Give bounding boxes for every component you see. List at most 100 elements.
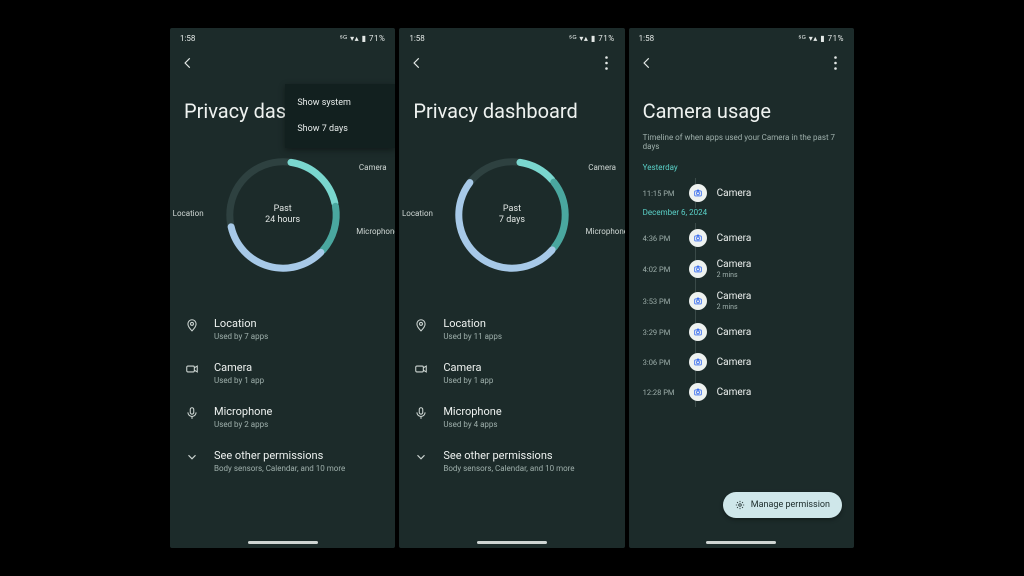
chevron-icon [184,449,200,465]
donut-center-l2: 7 days [499,215,525,226]
usage-donut: Past 7 days Camera Microphone Location [442,145,582,285]
menu-show-7-days[interactable]: Show 7 days [285,116,395,142]
permission-subtitle: Body sensors, Calendar, and 10 more [443,464,574,473]
donut-label-microphone: Microphone [586,227,625,236]
camera-icon [689,383,707,401]
donut-label-camera: Camera [588,163,616,172]
gesture-bar [706,541,776,544]
status-bar: 1:58 ⁵ᴳ ▾▴ ▮ 71% [399,28,624,47]
chevron-icon [413,449,429,465]
donut-label-microphone: Microphone [356,227,395,236]
permission-location[interactable]: LocationUsed by 7 apps [184,307,381,351]
screen-camera-usage: 1:58 ⁵ᴳ ▾▴ ▮ 71% Camera usage Timeline o… [629,28,854,548]
permission-camera[interactable]: Camera Used by 1 app [184,351,381,395]
timeline-row[interactable]: 3:06 PM Camera [643,347,840,377]
timeline-subtitle: 2 mins [717,271,752,279]
timeline-time: 11:15 PM [643,189,679,198]
donut-label-location: Location [402,209,433,218]
overflow-menu: Show system Show 7 days [285,84,395,148]
permission-title: Microphone [443,405,501,418]
donut-center-l1: Past [503,204,521,215]
manage-permission-button[interactable]: Manage permission [723,492,842,518]
back-button[interactable] [639,55,655,71]
donut-label-camera: Camera [359,163,387,172]
permission-title: Location [443,317,502,330]
timeline-time: 12:28 PM [643,388,679,397]
back-button[interactable] [409,55,425,71]
timeline-row[interactable]: 11:15 PM Camera [643,178,840,208]
location-icon [413,317,429,333]
permission-subtitle: Used by 1 app [214,376,264,385]
timeline-time: 4:36 PM [643,234,679,243]
fab-label: Manage permission [751,500,830,510]
gesture-bar [248,541,318,544]
permission-chevron[interactable]: See other permissions Body sensors, Calen… [184,439,381,483]
gesture-bar [477,541,547,544]
permission-location[interactable]: Location Used by 11 apps [413,307,610,351]
timeline-row[interactable]: 12:28 PM Camera [643,377,840,407]
timeline-time: 3:53 PM [643,297,679,306]
location-icon [184,317,200,333]
timeline-row[interactable]: 4:36 PM Camera [643,223,840,253]
timeline-row[interactable]: 4:02 PM Camera2 mins [643,253,840,285]
permission-title: See other permissions [443,449,574,462]
camera-icon [413,361,429,377]
screen-privacy-7days: 1:58 ⁵ᴳ ▾▴ ▮ 71% Privacy dashboard Past … [399,28,624,548]
permission-chevron[interactable]: See other permissions Body sensors, Calen… [413,439,610,483]
timeline-title: Camera [717,357,752,368]
status-right: ⁵ᴳ ▾▴ ▮ 71% [340,34,386,43]
timeline-time: 3:06 PM [643,358,679,367]
status-bar: 1:58 ⁵ᴳ ▾▴ ▮ 71% [629,28,854,47]
status-right: ⁵ᴳ ▾▴ ▮ 71% [569,34,615,43]
timeline-title: Camera [717,188,752,199]
camera-icon [689,323,707,341]
donut-label-location: Location [173,209,204,218]
timeline-title: Camera [717,387,752,398]
permission-subtitle: Used by 7 apps [214,332,268,341]
screen-privacy-24h: 1:58 ⁵ᴳ ▾▴ ▮ 71% Show system Show 7 days… [170,28,395,548]
camera-icon [689,184,707,202]
permission-title: Microphone [214,405,272,418]
overflow-button[interactable] [828,55,844,71]
status-bar: 1:58 ⁵ᴳ ▾▴ ▮ 71% [170,28,395,47]
status-right: ⁵ᴳ ▾▴ ▮ 71% [798,34,844,43]
permission-subtitle: Body sensors, Calendar, and 10 more [214,464,345,473]
mic-icon [184,405,200,421]
back-button[interactable] [180,55,196,71]
timeline-subtitle: 2 mins [717,303,752,311]
timeline-time: 3:29 PM [643,328,679,337]
timeline-title: Camera [717,233,752,244]
permission-title: See other permissions [214,449,345,462]
timeline-title: Camera [717,291,752,302]
status-time: 1:58 [639,34,654,43]
permission-camera[interactable]: CameraUsed by 1 app [413,351,610,395]
permission-subtitle: Used by 2 apps [214,420,272,429]
mic-icon [413,405,429,421]
permission-title: Camera [214,361,264,374]
timeline-row[interactable]: 3:29 PM Camera [643,317,840,347]
usage-donut: Past 24 hours Camera Microphone Location [213,145,353,285]
permission-subtitle: Used by 11 apps [443,332,502,341]
gear-icon [735,500,745,510]
permission-subtitle: Used by 4 apps [443,420,501,429]
camera-icon [689,353,707,371]
status-time: 1:58 [180,34,195,43]
timeline-section-header: December 6, 2024 [629,208,854,223]
timeline-section-header: Yesterday [629,163,854,178]
permission-mic[interactable]: Microphone Used by 2 apps [184,395,381,439]
donut-center-l1: Past [274,204,292,215]
timeline-title: Camera [717,327,752,338]
camera-icon [689,229,707,247]
page-title: Camera usage [629,75,854,133]
donut-center-l2: 24 hours [265,215,300,226]
timeline-row[interactable]: 3:53 PM Camera2 mins [643,285,840,317]
overflow-button[interactable] [599,55,615,71]
page-title: Privacy dashboard [399,75,624,133]
permission-title: Camera [443,361,493,374]
timeline-title: Camera [717,259,752,270]
permission-mic[interactable]: Microphone Used by 4 apps [413,395,610,439]
page-subtitle: Timeline of when apps used your Camera i… [629,133,854,163]
menu-show-system[interactable]: Show system [285,90,395,116]
timeline-time: 4:02 PM [643,265,679,274]
status-time: 1:58 [409,34,424,43]
